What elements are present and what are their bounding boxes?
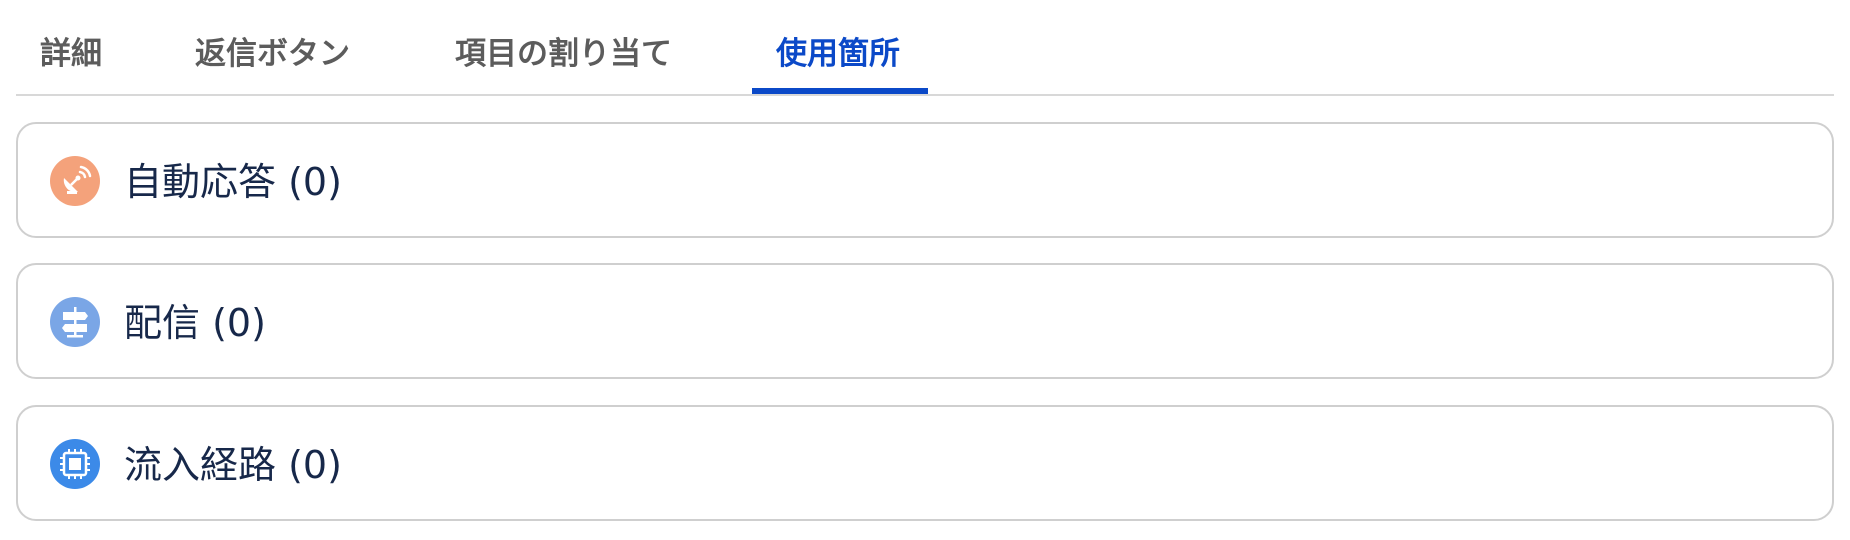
- section-broadcast[interactable]: 配信 (0): [16, 263, 1834, 379]
- tab-reply-buttons[interactable]: 返信ボタン: [195, 34, 350, 74]
- chip-icon: [50, 439, 100, 489]
- section-auto-response[interactable]: 自動応答 (0): [16, 122, 1834, 238]
- section-title: 配信 (0): [124, 301, 266, 345]
- satellite-dish-icon: [50, 156, 100, 206]
- signpost-icon: [50, 297, 100, 347]
- tab-bar: 詳細 返信ボタン 項目の割り当て 使用箇所: [16, 0, 1834, 96]
- tab-field-mapping[interactable]: 項目の割り当て: [455, 34, 672, 74]
- section-inflow-route[interactable]: 流入経路 (0): [16, 405, 1834, 521]
- tab-details[interactable]: 詳細: [40, 34, 102, 74]
- tab-usage[interactable]: 使用箇所: [776, 34, 900, 74]
- section-title: 流入経路 (0): [124, 443, 342, 487]
- active-tab-indicator: [752, 88, 928, 94]
- section-title: 自動応答 (0): [124, 160, 342, 204]
